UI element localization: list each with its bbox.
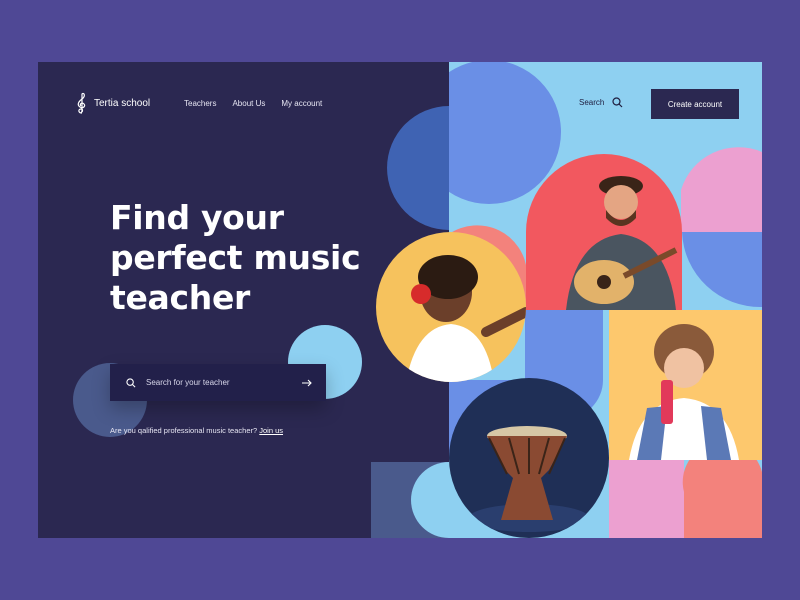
hero-title: Find your perfect music teacher xyxy=(110,198,400,318)
student-photo-woman xyxy=(376,232,526,382)
create-account-button[interactable]: Create account xyxy=(651,89,739,119)
main-nav: Teachers About Us My account xyxy=(184,99,322,108)
brand-logo[interactable]: Tertia school xyxy=(76,92,150,114)
treble-clef-icon xyxy=(77,92,86,114)
hero-title-line-3: teacher xyxy=(110,278,251,317)
teacher-signup-prompt: Are you qalified professional music teac… xyxy=(110,426,283,435)
nav-link-my-account[interactable]: My account xyxy=(281,99,322,108)
landing-page: Tertia school Teachers About Us My accou… xyxy=(38,62,762,538)
hero-title-line-2: perfect music xyxy=(110,238,361,277)
hero-title-line-1: Find your xyxy=(110,198,284,237)
teacher-signup-text: Are you qalified professional music teac… xyxy=(110,426,258,435)
arrow-right-icon[interactable] xyxy=(302,379,312,387)
join-us-link[interactable]: Join us xyxy=(259,426,283,435)
student-photo-girl xyxy=(609,310,759,460)
nav-link-teachers[interactable]: Teachers xyxy=(184,99,216,108)
teacher-photo-guitarist xyxy=(526,154,682,310)
teacher-search-box xyxy=(110,364,326,401)
nav-link-about-us[interactable]: About Us xyxy=(232,99,265,108)
instrument-photo-drum xyxy=(449,378,609,538)
search-icon xyxy=(612,97,623,108)
header-search-label: Search xyxy=(579,98,605,107)
search-icon xyxy=(126,377,136,387)
header-search[interactable]: Search xyxy=(579,97,623,108)
teacher-search-input[interactable] xyxy=(146,378,302,387)
brand-name: Tertia school xyxy=(94,97,151,109)
